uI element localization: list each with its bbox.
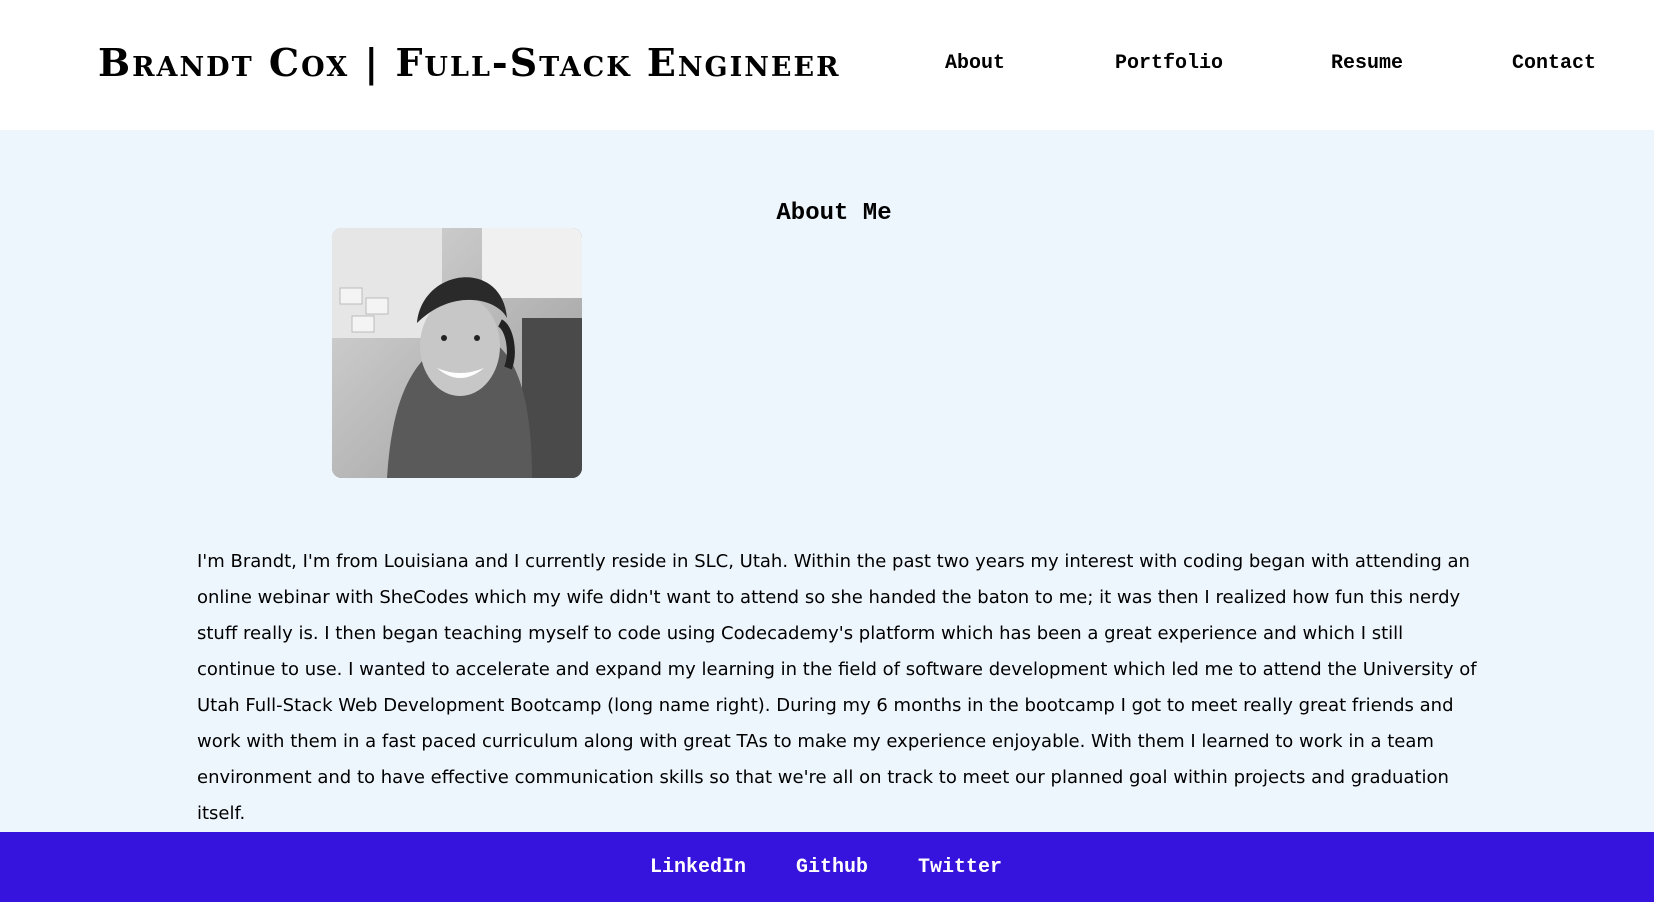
profile-photo-image — [332, 228, 582, 478]
about-section: About Me I'm Brandt, I'm from Louisiana … — [0, 130, 1654, 832]
site-footer: LinkedIn Github Twitter — [0, 832, 1654, 902]
footer-link-github[interactable]: Github — [796, 856, 868, 879]
nav-link-resume[interactable]: Resume — [1331, 52, 1403, 75]
main-nav: About Portfolio Resume Contact — [0, 52, 1654, 82]
nav-link-about[interactable]: About — [945, 52, 1005, 75]
site-header: Brandt Cox | Full-Stack Engineer About P… — [0, 0, 1654, 130]
nav-link-contact[interactable]: Contact — [1512, 52, 1596, 75]
nav-link-portfolio[interactable]: Portfolio — [1115, 52, 1223, 75]
footer-link-twitter[interactable]: Twitter — [918, 856, 1002, 879]
footer-link-linkedin[interactable]: LinkedIn — [650, 856, 746, 879]
footer-links: LinkedIn Github Twitter — [0, 856, 1654, 886]
profile-photo — [332, 228, 582, 478]
bio-paragraph: I'm Brandt, I'm from Louisiana and I cur… — [197, 551, 1477, 824]
section-title: About Me — [776, 200, 892, 227]
